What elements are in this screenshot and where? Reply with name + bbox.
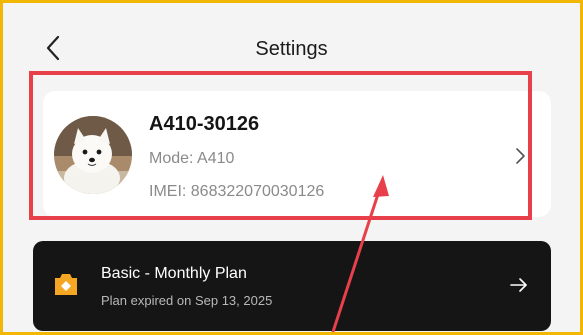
plan-title: Basic - Monthly Plan [101, 265, 247, 282]
device-name: A410-30126 [149, 113, 260, 135]
device-card[interactable]: A410-30126 Mode: A410 IMEI: 868322070030… [43, 91, 551, 217]
dog-photo-avatar [54, 116, 132, 194]
header: Settings [6, 6, 577, 76]
device-mode: Mode: A410 [149, 150, 235, 167]
arrow-right-icon[interactable] [509, 277, 529, 293]
screenshot-frame: Settings A410-30126 Mode: A410 IMEI: 868… [0, 0, 583, 335]
chevron-right-icon [513, 147, 527, 165]
plan-expiry: Plan expired on Sep 13, 2025 [101, 293, 273, 308]
plan-badge-icon [51, 269, 81, 299]
avatar [54, 116, 132, 194]
page-title: Settings [255, 38, 328, 60]
plan-card[interactable]: Basic - Monthly Plan Plan expired on Sep… [33, 241, 551, 331]
device-imei: IMEI: 868322070030126 [149, 183, 325, 200]
